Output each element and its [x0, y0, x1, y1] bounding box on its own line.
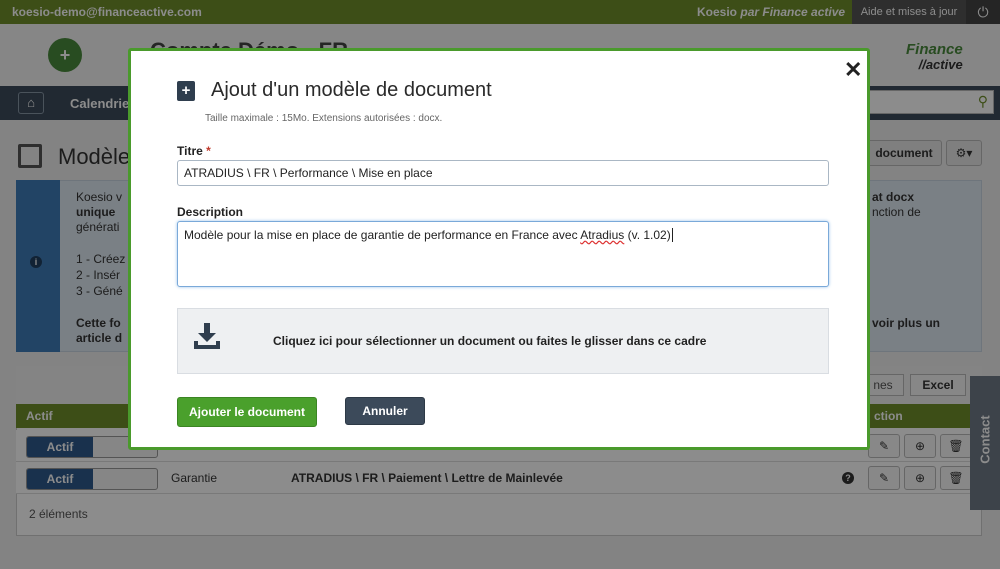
title-label-text: Titre — [177, 144, 203, 158]
add-template-modal: ✕ + Ajout d'un modèle de document Taille… — [128, 48, 870, 450]
close-icon[interactable]: ✕ — [844, 59, 862, 81]
spellcheck-word: Atradius — [580, 228, 625, 242]
upload-constraints: Taille maximale : 15Mo. Extensions autor… — [205, 113, 443, 124]
add-document-submit-button[interactable]: Ajouter le document — [177, 397, 317, 427]
title-field[interactable]: ATRADIUS \ FR \ Performance \ Mise en pl… — [177, 160, 829, 186]
description-text-end: (v. 1.02) — [624, 228, 671, 242]
description-text: Modèle pour la mise en place de garantie… — [184, 228, 581, 242]
description-label: Description — [177, 205, 244, 219]
text-cursor — [671, 228, 673, 242]
title-label: Titre * — [177, 144, 211, 158]
modal-title: Ajout d'un modèle de document — [211, 79, 492, 101]
cancel-button[interactable]: Annuler — [345, 397, 425, 425]
description-field[interactable]: Modèle pour la mise en place de garantie… — [177, 221, 829, 287]
download-tray-icon — [194, 323, 220, 349]
required-marker: * — [206, 144, 211, 158]
add-document-icon: + — [177, 81, 195, 101]
file-dropzone[interactable]: Cliquez ici pour sélectionner un documen… — [177, 308, 829, 374]
dropzone-instructions: Cliquez ici pour sélectionner un documen… — [273, 334, 707, 348]
